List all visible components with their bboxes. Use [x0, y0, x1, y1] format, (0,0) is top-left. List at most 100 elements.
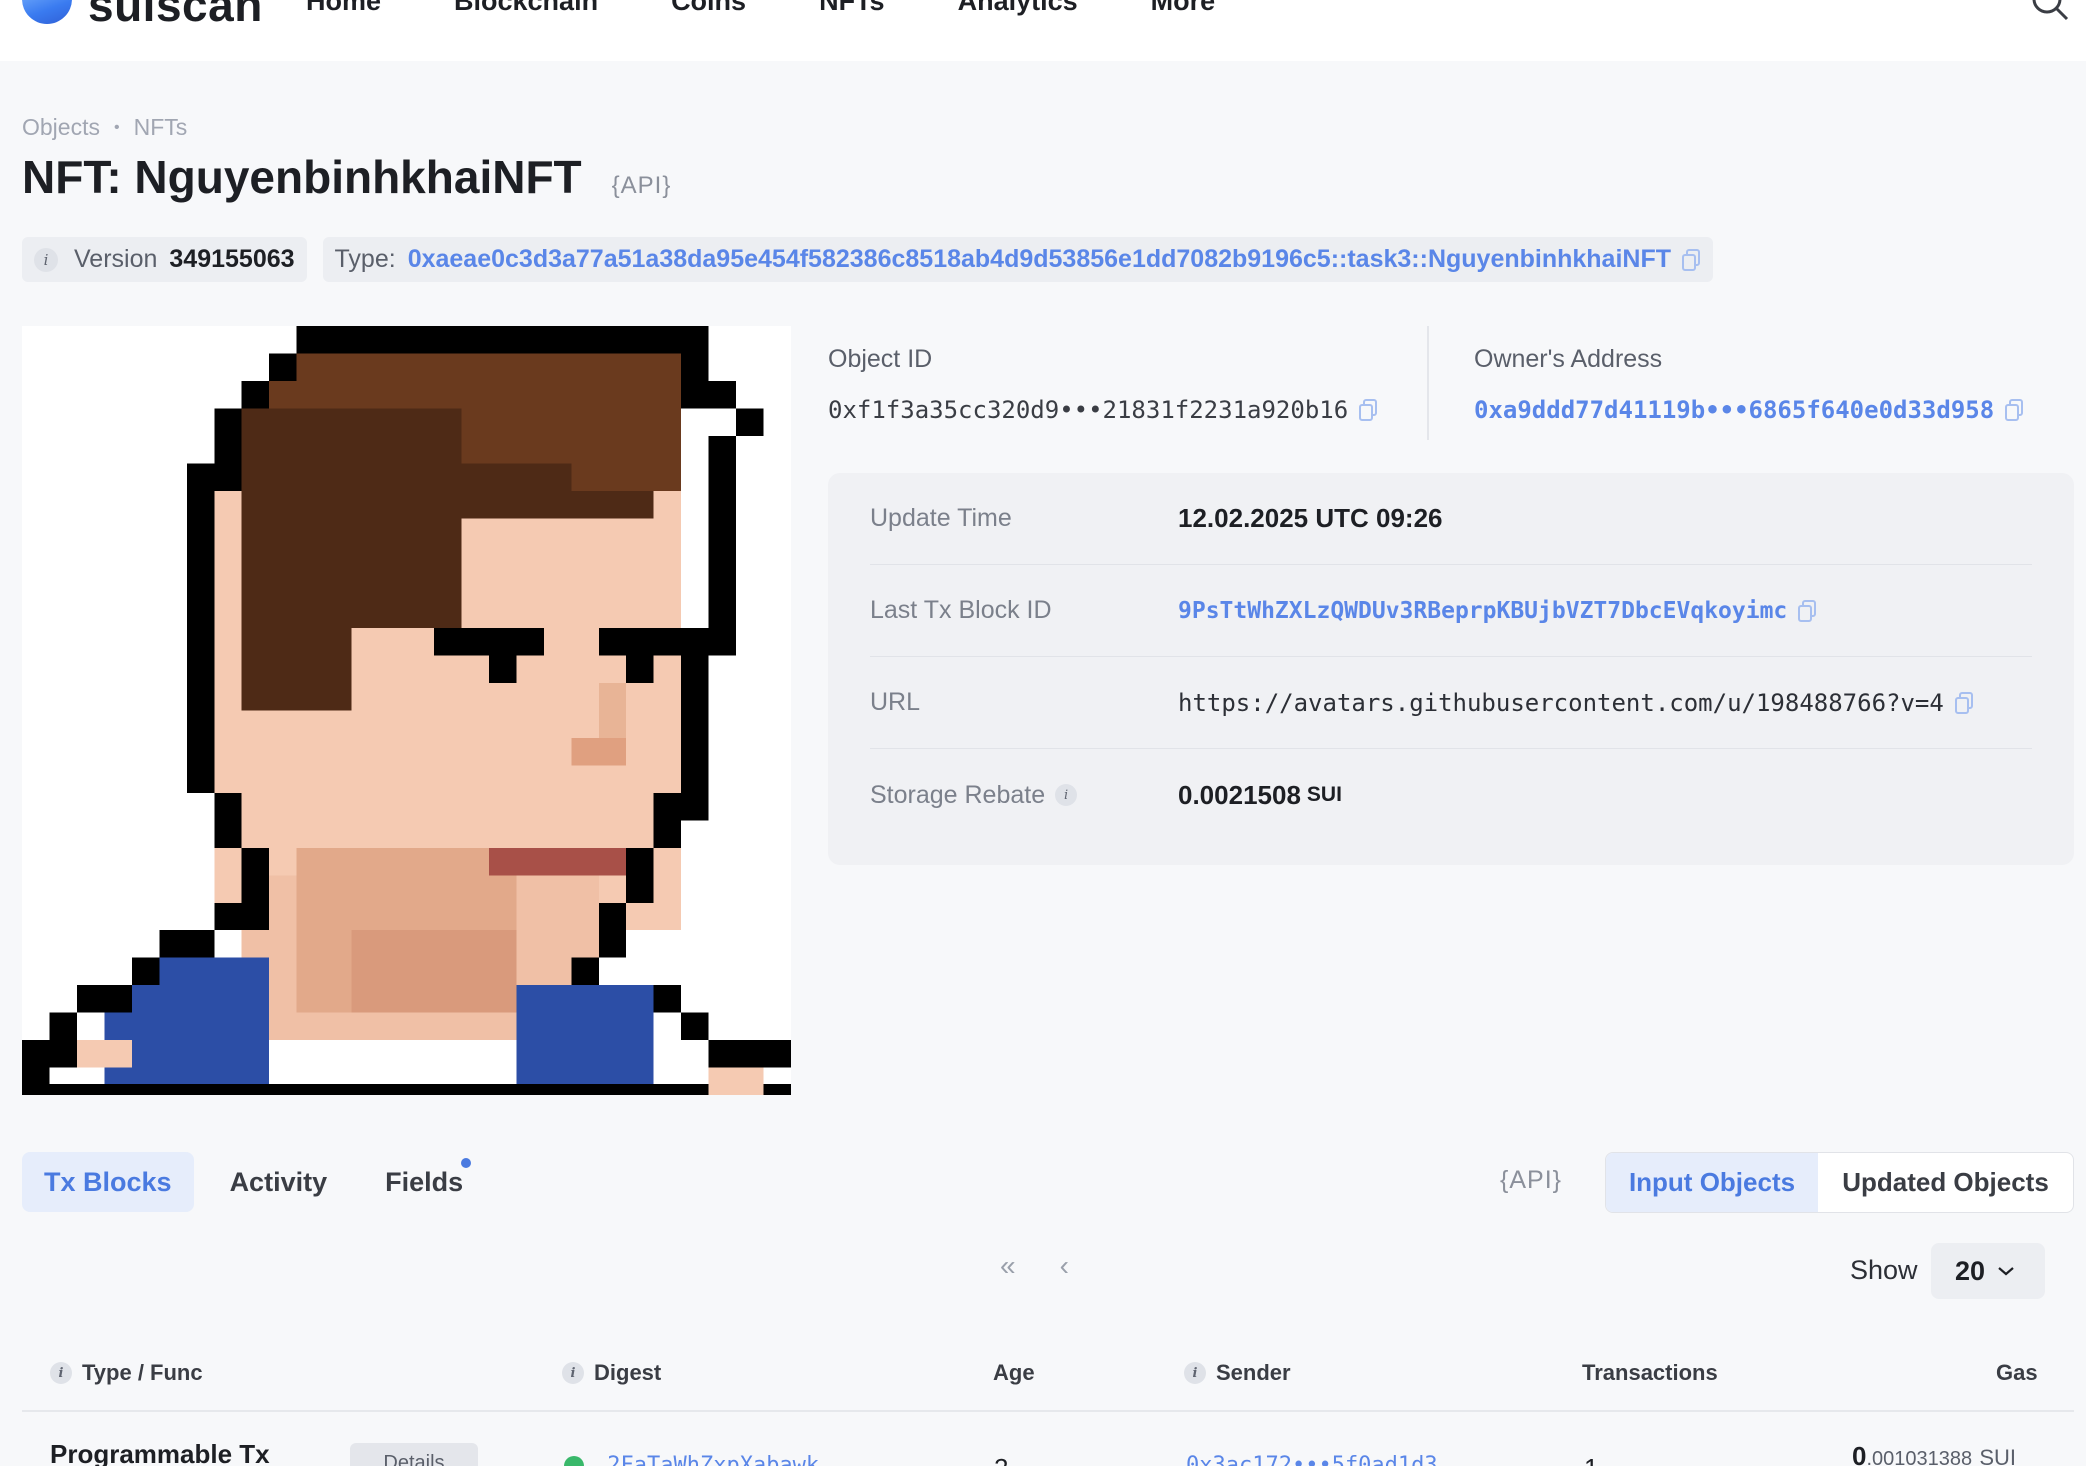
detail-value-url: https://avatars.githubusercontent.com/u/… — [1178, 689, 1974, 717]
main-menu: Home Blockchain Coins NFTs Analytics Mor… — [306, 0, 1288, 17]
th-gas: Gas — [1996, 1360, 2038, 1386]
info-icon[interactable]: i — [34, 247, 58, 272]
th-label: Transactions — [1582, 1360, 1718, 1385]
detail-row-storage-rebate: Storage Rebate i 0.0021508 SUI — [870, 749, 2032, 841]
table-header: i Type / Func i Digest Age i Sender Tran… — [22, 1350, 2074, 1412]
page-size-value: 20 — [1955, 1255, 1986, 1286]
version-chip: i Version 349155063 — [22, 237, 307, 282]
page-size-select[interactable]: 20 — [1931, 1243, 2045, 1299]
type-link[interactable]: 0xaeae0c3d3a77a51a38da95e454f582386c8518… — [408, 245, 1671, 274]
status-success-icon — [564, 1456, 584, 1466]
storage-rebate-value: 0.0021508 — [1178, 779, 1301, 810]
owner-label: Owner's Address — [1474, 345, 1663, 373]
info-icon[interactable]: i — [1055, 784, 1078, 806]
detail-key: URL — [870, 688, 921, 716]
info-icon[interactable]: i — [562, 1362, 584, 1384]
detail-row-url: URL https://avatars.githubusercontent.co… — [870, 657, 2032, 749]
suiscan-logo-icon[interactable] — [22, 0, 72, 24]
row-gas: 0.001031388 SUI — [1852, 1441, 2016, 1466]
tab-activity[interactable]: Activity — [208, 1152, 350, 1212]
th-label: Gas — [1996, 1360, 2038, 1385]
page-title: NFT: NguyenbinhkhaiNFT — [22, 151, 582, 203]
owner-address-link[interactable]: 0xa9ddd77d41119b•••6865f640e0d33d958 — [1474, 396, 1994, 424]
detail-row-update-time: Update Time 12.02.2025 UTC 09:26 — [870, 473, 2032, 565]
object-id-block: Object ID 0xf1f3a35cc320d9•••21831f2231a… — [828, 345, 1378, 424]
object-id-text[interactable]: 0xf1f3a35cc320d9•••21831f2231a920b16 — [828, 396, 1348, 424]
th-label: Age — [993, 1360, 1035, 1385]
details-button[interactable]: Details — [350, 1443, 478, 1466]
copy-icon[interactable] — [1681, 248, 1701, 272]
nft-image[interactable] — [22, 326, 791, 1095]
digest-link[interactable]: 2FaTaWhZxpXabawk — [607, 1453, 819, 1466]
table-row[interactable]: Programmable Tx Details 2FaTaWhZxpXabawk… — [22, 1413, 2074, 1466]
copy-icon[interactable] — [2004, 398, 2024, 422]
last-tx-block-link[interactable]: 9PsTtWhZXLzQWDUv3RBeprpKBUjbVZT7DbcEVqko… — [1178, 598, 1787, 624]
copy-icon[interactable] — [1797, 599, 1817, 623]
storage-rebate-label: Storage Rebate — [870, 780, 1046, 809]
nav-blockchain[interactable]: Blockchain — [454, 0, 598, 17]
copy-icon[interactable] — [1358, 398, 1378, 422]
owner-block: Owner's Address 0xa9ddd77d41119b•••6865f… — [1474, 345, 2024, 424]
th-label: Digest — [594, 1360, 662, 1385]
breadcrumb-separator: • — [113, 118, 120, 136]
url-text[interactable]: https://avatars.githubusercontent.com/u/… — [1178, 689, 1944, 717]
chevron-down-icon — [1998, 1267, 2014, 1276]
prev-page-icon[interactable]: ‹ — [1060, 1250, 1069, 1282]
first-page-icon[interactable]: « — [1000, 1250, 1016, 1282]
type-chip: Type: 0xaeae0c3d3a77a51a38da95e454f58238… — [322, 237, 1713, 282]
row-type: Programmable Tx — [50, 1439, 270, 1466]
info-icon[interactable]: i — [1184, 1362, 1206, 1384]
nav-nfts[interactable]: NFTs — [819, 0, 885, 17]
owner-value: 0xa9ddd77d41119b•••6865f640e0d33d958 — [1474, 396, 2024, 424]
detail-row-last-tx: Last Tx Block ID 9PsTtWhZXLzQWDUv3RBeprp… — [870, 565, 2032, 657]
breadcrumb-nfts[interactable]: NFTs — [134, 114, 188, 141]
info-icon[interactable]: i — [50, 1362, 72, 1384]
search-icon[interactable] — [2030, 0, 2070, 22]
gas-unit: SUI — [1979, 1445, 2017, 1466]
nav-analytics[interactable]: Analytics — [958, 0, 1078, 17]
th-age: Age — [993, 1360, 1035, 1386]
nav-home[interactable]: Home — [306, 0, 381, 17]
notification-dot — [461, 1158, 472, 1168]
th-label: Sender — [1216, 1360, 1291, 1385]
detail-key: Storage Rebate i — [870, 781, 1178, 810]
sender-link[interactable]: 0x3ac172•••5f0ad1d3 — [1186, 1453, 1438, 1466]
object-details-card: Update Time 12.02.2025 UTC 09:26 Last Tx… — [828, 473, 2074, 865]
api-link[interactable]: {API} — [612, 172, 672, 200]
copy-icon[interactable] — [1954, 691, 1974, 715]
gas-main: 0 — [1852, 1441, 1867, 1466]
objects-toggle: Input Objects Updated Objects — [1605, 1152, 2074, 1213]
updated-objects-button[interactable]: Updated Objects — [1818, 1153, 2073, 1212]
nav-more[interactable]: More — [1151, 0, 1216, 17]
nft-pixel-avatar — [22, 326, 791, 1095]
th-digest: i Digest — [562, 1360, 661, 1386]
th-label: Type / Func — [82, 1360, 203, 1385]
object-id-label: Object ID — [828, 345, 933, 373]
type-label: Type: — [334, 245, 396, 273]
tab-fields-label: Fields — [385, 1166, 464, 1197]
th-type-func: i Type / Func — [50, 1360, 203, 1386]
divider — [1427, 326, 1429, 440]
tab-bar: Tx Blocks Activity Fields — [22, 1152, 499, 1212]
object-id-value: 0xf1f3a35cc320d9•••21831f2231a920b16 — [828, 396, 1378, 424]
top-nav: suiscan Home Blockchain Coins NFTs Analy… — [0, 0, 2086, 61]
row-digest: 2FaTaWhZxpXabawk — [564, 1453, 819, 1466]
detail-value: 0.0021508 SUI — [1178, 780, 1342, 811]
tab-tx-blocks[interactable]: Tx Blocks — [22, 1152, 194, 1212]
breadcrumb: Objects • NFTs — [22, 114, 187, 141]
currency-unit: SUI — [1306, 783, 1342, 806]
logo-text[interactable]: suiscan — [88, 0, 263, 32]
breadcrumb-objects[interactable]: Objects — [22, 114, 100, 141]
detail-value-link: 9PsTtWhZXLzQWDUv3RBeprpKBUjbVZT7DbcEVqko… — [1178, 598, 1817, 624]
nav-coins[interactable]: Coins — [671, 0, 746, 17]
detail-key: Last Tx Block ID — [870, 596, 1052, 624]
meta-chips: i Version 349155063 Type: 0xaeae0c3d3a77… — [22, 237, 1729, 282]
api-link[interactable]: {API} — [1500, 1166, 1562, 1195]
th-transactions: Transactions — [1582, 1360, 1718, 1386]
th-sender: i Sender — [1184, 1360, 1291, 1386]
row-transactions: 1 — [1584, 1453, 1598, 1466]
detail-key: Update Time — [870, 504, 1012, 532]
version-value: 349155063 — [169, 245, 295, 273]
input-objects-button[interactable]: Input Objects — [1606, 1153, 1818, 1212]
tab-fields[interactable]: Fields — [363, 1152, 485, 1212]
